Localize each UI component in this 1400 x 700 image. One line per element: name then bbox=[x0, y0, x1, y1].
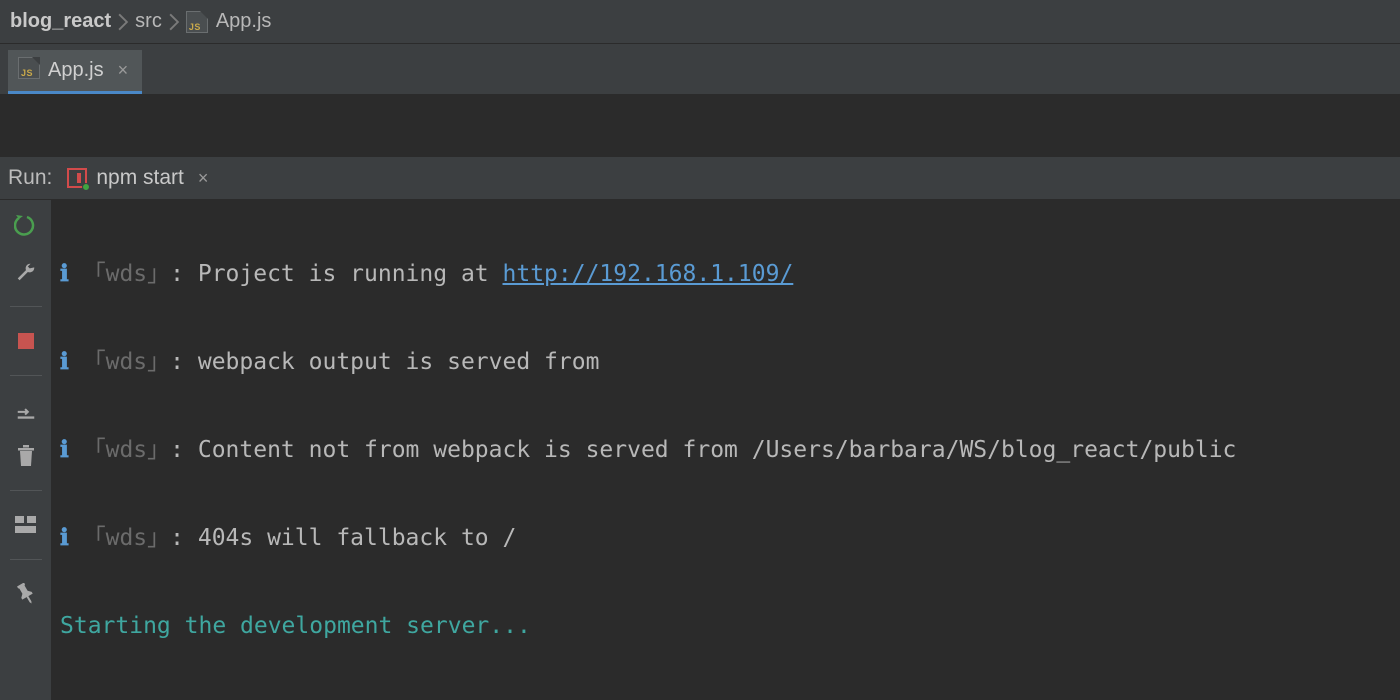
editor-area[interactable] bbox=[0, 94, 1400, 156]
chevron-right-icon bbox=[168, 13, 180, 31]
run-tab-label: npm start bbox=[96, 166, 184, 190]
console-line: Compiled successfully! bbox=[60, 692, 1400, 700]
run-label: Run: bbox=[8, 166, 52, 190]
console-line: ℹ 「wds」: Content not from webpack is ser… bbox=[60, 428, 1400, 472]
editor-tab-label: App.js bbox=[48, 59, 104, 82]
close-icon[interactable]: × bbox=[118, 60, 129, 81]
js-file-icon bbox=[18, 57, 40, 85]
npm-icon bbox=[66, 167, 88, 189]
panels-icon[interactable] bbox=[12, 511, 40, 539]
pin-icon[interactable] bbox=[12, 580, 40, 608]
breadcrumb-src[interactable]: src bbox=[135, 10, 162, 33]
js-file-icon bbox=[186, 11, 208, 33]
run-tool-body: ℹ 「wds」: Project is running at http://19… bbox=[0, 200, 1400, 700]
console-line: ℹ 「wds」: 404s will fallback to / bbox=[60, 516, 1400, 560]
breadcrumb-file[interactable]: App.js bbox=[216, 10, 272, 33]
console-output[interactable]: ℹ 「wds」: Project is running at http://19… bbox=[52, 200, 1400, 700]
stop-button[interactable] bbox=[12, 327, 40, 355]
run-toolbar bbox=[0, 200, 52, 700]
editor-tabs: App.js × bbox=[0, 44, 1400, 94]
run-tab-npm-start[interactable]: npm start × bbox=[66, 166, 208, 190]
rerun-button[interactable] bbox=[12, 212, 40, 240]
toolbar-separator bbox=[10, 306, 42, 307]
breadcrumb-root[interactable]: blog_react bbox=[10, 10, 111, 33]
console-line: Starting the development server... bbox=[60, 604, 1400, 648]
toolbar-separator bbox=[10, 559, 42, 560]
console-line: ℹ 「wds」: Project is running at http://19… bbox=[60, 252, 1400, 296]
editor-tab-appjs[interactable]: App.js × bbox=[8, 50, 142, 94]
layout-icon[interactable] bbox=[12, 396, 40, 424]
chevron-right-icon bbox=[117, 13, 129, 31]
toolbar-separator bbox=[10, 375, 42, 376]
trash-icon[interactable] bbox=[12, 442, 40, 470]
toolbar-separator bbox=[10, 490, 42, 491]
url-link[interactable]: http://192.168.1.109/ bbox=[503, 261, 794, 287]
close-icon[interactable]: × bbox=[198, 168, 209, 189]
run-tool-header: Run: npm start × bbox=[0, 156, 1400, 200]
breadcrumb: blog_react src App.js bbox=[0, 0, 1400, 44]
console-line: ℹ 「wds」: webpack output is served from bbox=[60, 340, 1400, 384]
wrench-icon[interactable] bbox=[12, 258, 40, 286]
